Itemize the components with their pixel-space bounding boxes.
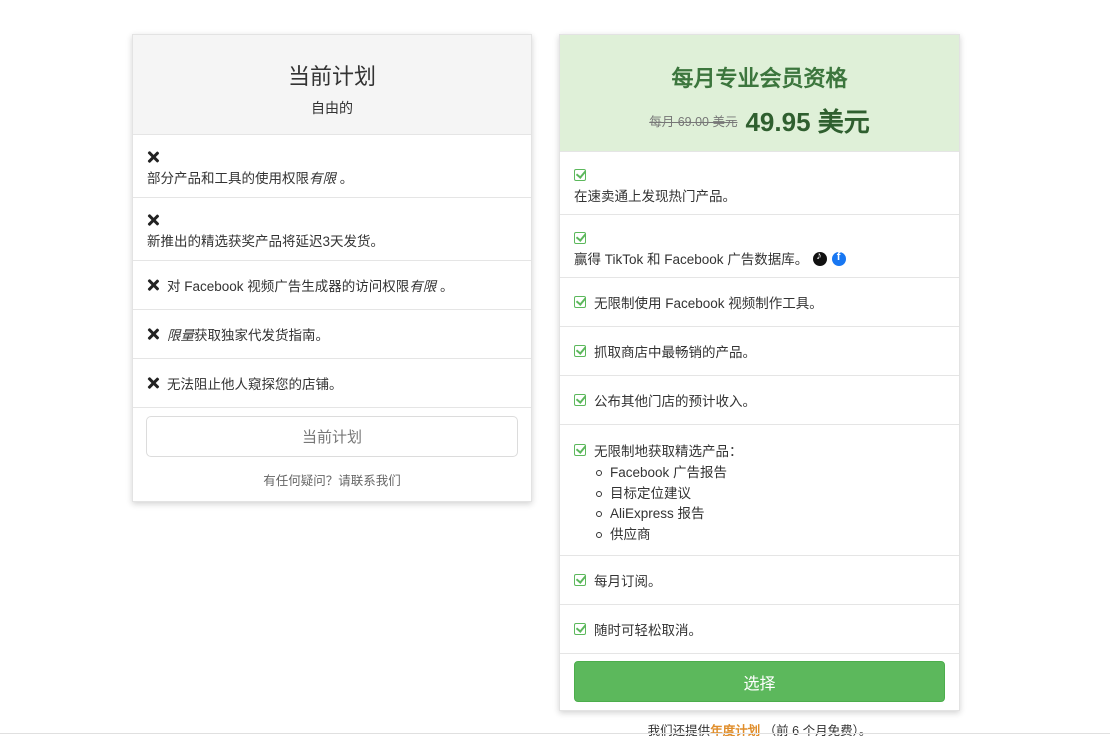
bottom-divider [0,733,1110,734]
list-item: 供应商 [596,525,945,546]
pro-feature-row: 无限制地获取精选产品： Facebook 广告报告 目标定位建议 AliExpr… [560,425,959,556]
free-feature-row: 对 Facebook 视频广告生成器的访问权限有限 。 [133,261,531,310]
check-square-icon [574,169,586,181]
pro-feature-text: 抓取商店中最畅销的产品。 [594,345,756,360]
cross-icon [147,151,159,163]
pro-plan-title: 每月专业会员资格 [671,66,848,91]
free-feature-row: 新推出的精选获奖产品将延迟3天发货。 [133,198,531,261]
pro-feature-row: 赢得 TikTok 和 Facebook 广告数据库。 [560,215,959,278]
cross-icon [147,214,159,226]
pro-feature-text: 在速卖通上发现热门产品。 [574,189,736,204]
pro-feature-text: 每月订阅。 [594,574,662,589]
list-item: 目标定位建议 [596,484,945,505]
list-item: AliExpress 报告 [596,504,945,525]
pro-feature-row: 每月订阅。 [560,556,959,605]
cross-icon [147,279,159,291]
current-plan-subtitle: 自由的 [311,100,353,116]
pro-feature-text: 赢得 TikTok 和 Facebook 广告数据库。 [574,248,945,268]
cross-icon [147,377,159,389]
free-feature-text: 无法阻止他人窥探您的店铺。 [167,377,343,392]
check-square-icon [574,232,586,244]
facebook-icon [832,251,847,266]
pro-feature-row: 随时可轻松取消。 [560,605,959,654]
current-plan-title: 当前计划 [287,64,376,89]
check-square-icon [574,296,586,308]
contact-us-link[interactable]: 有任何疑问？请联系我们 [132,470,532,489]
pro-plan-header: 每月专业会员资格 每月 69.00 美元 49.95 美元 [560,35,959,152]
pro-plan-card: 每月专业会员资格 每月 69.00 美元 49.95 美元 在速卖通上发现热门产… [559,34,960,711]
pro-feature-row: 抓取商店中最畅销的产品。 [560,327,959,376]
tiktok-icon [813,250,828,266]
free-feature-text: 新推出的精选获奖产品将延迟3天发货。 [147,234,385,249]
current-plan-button[interactable]: 当前计划 [146,416,518,457]
free-feature-row: 部分产品和工具的使用权限有限 。 [133,135,531,198]
pro-feature-row: 无限制使用 Facebook 视频制作工具。 [560,278,959,327]
pro-feature-row: 在速卖通上发现热门产品。 [560,152,959,215]
cross-icon [147,328,159,340]
free-feature-row: 无法阻止他人窥探您的店铺。 [133,359,531,408]
check-square-icon [574,345,586,357]
check-square-icon [574,444,586,456]
list-item: Facebook 广告报告 [596,463,945,484]
choose-plan-button[interactable]: 选择 [574,661,945,702]
annual-plan-link[interactable]: 年度计划 [710,724,760,736]
pro-feature-text: 无限制使用 Facebook 视频制作工具。 [594,296,823,311]
free-feature-text: 对 Facebook 视频广告生成器的访问权限有限 。 [167,279,454,294]
sub-feature-list: Facebook 广告报告 目标定位建议 AliExpress 报告 供应商 [574,463,945,545]
free-feature-text: 限量获取独家代发货指南。 [167,328,329,343]
free-feature-text: 部分产品和工具的使用权限有限 。 [147,171,354,186]
original-price: 每月 69.00 美元 [649,115,738,129]
pro-feature-text: 随时可轻松取消。 [594,623,702,638]
discount-price: 49.95 美元 [745,107,870,137]
price-line: 每月 69.00 美元 49.95 美元 [560,102,959,139]
free-feature-row: 限量获取独家代发货指南。 [133,310,531,359]
pro-feature-row: 公布其他门店的预计收入。 [560,376,959,425]
check-square-icon [574,574,586,586]
current-plan-header: 当前计划 自由的 [133,35,531,135]
pro-feature-text: 公布其他门店的预计收入。 [594,394,756,409]
check-square-icon [574,623,586,635]
check-square-icon [574,394,586,406]
pro-feature-text: 无限制地获取精选产品： [594,444,743,459]
